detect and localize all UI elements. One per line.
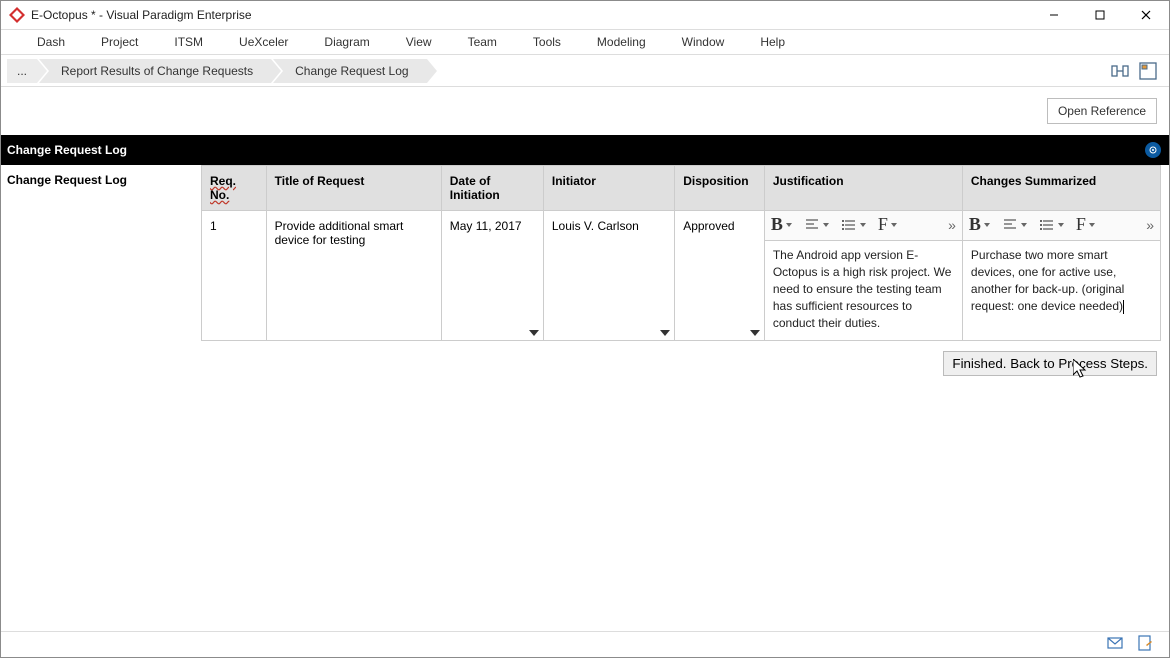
table-row: 1 Provide additional smart device for te… [202,211,1161,341]
titlebar: E-Octopus * - Visual Paradigm Enterprise [1,1,1169,29]
cell-changes[interactable]: B F » Purchas [962,211,1160,341]
cell-reqno[interactable]: 1 [210,219,217,233]
align-left-button[interactable] [800,215,833,235]
text-caret [1123,300,1124,314]
menu-modeling[interactable]: Modeling [579,29,664,55]
breadcrumb-item-1[interactable]: Report Results of Change Requests [39,59,271,83]
col-header-disposition[interactable]: Disposition [675,166,765,211]
dropdown-icon[interactable] [529,330,539,336]
cell-disposition[interactable]: Approved [683,219,734,233]
menu-uexceler[interactable]: UeXceler [221,29,306,55]
maximize-button[interactable] [1077,1,1123,29]
bold-button[interactable]: B [767,212,796,237]
more-icon[interactable]: » [1142,217,1158,233]
cell-title[interactable]: Provide additional smart device for test… [275,219,404,247]
dropdown-icon[interactable] [750,330,760,336]
menu-team[interactable]: Team [450,29,515,55]
bold-button[interactable]: B [965,212,994,237]
cell-initiator[interactable]: Louis V. Carlson [552,219,639,233]
mail-icon[interactable] [1107,635,1123,654]
finished-button[interactable]: Finished. Back to Process Steps. [943,351,1157,376]
list-button[interactable] [1035,215,1068,235]
rtf-toolbar: B F » [963,211,1160,241]
close-button[interactable] [1123,1,1169,29]
menu-itsm[interactable]: ITSM [156,29,221,55]
note-icon[interactable] [1137,635,1153,654]
menu-tools[interactable]: Tools [515,29,579,55]
cell-date[interactable]: May 11, 2017 [450,219,522,233]
changes-text[interactable]: Purchase two more smart devices, one for… [971,247,1152,315]
justification-text[interactable]: The Android app version E-Octopus is a h… [773,247,954,332]
statusbar [1,631,1169,657]
panel-title: Change Request Log [7,143,127,157]
rtf-toolbar: B F » [765,211,962,241]
panel-header: Change Request Log [1,135,1169,165]
open-reference-button[interactable]: Open Reference [1047,98,1157,124]
col-header-title[interactable]: Title of Request [266,166,441,211]
breadcrumb-root[interactable]: ... [7,59,37,83]
diagram-panel-icon[interactable] [1139,62,1157,80]
change-request-table: Req. No. Title of Request Date of Initia… [201,165,1161,341]
form-section-label: Change Request Log [1,165,201,341]
breadcrumb-item-2[interactable]: Change Request Log [273,59,426,83]
window-title: E-Octopus * - Visual Paradigm Enterprise [31,8,252,22]
cell-justification[interactable]: B F » The And [764,211,962,341]
app-icon [9,7,25,23]
col-header-date[interactable]: Date of Initiation [441,166,543,211]
menu-project[interactable]: Project [83,29,156,55]
more-icon[interactable]: » [944,217,960,233]
align-left-button[interactable] [998,215,1031,235]
menu-help[interactable]: Help [742,29,803,55]
dropdown-icon[interactable] [660,330,670,336]
col-header-reqno[interactable]: Req. No. [210,174,236,202]
menu-diagram[interactable]: Diagram [306,29,387,55]
font-button[interactable]: F [874,212,901,237]
list-button[interactable] [837,215,870,235]
col-header-initiator[interactable]: Initiator [543,166,674,211]
menu-view[interactable]: View [388,29,450,55]
menu-window[interactable]: Window [664,29,743,55]
font-button[interactable]: F [1072,212,1099,237]
col-header-changes[interactable]: Changes Summarized [962,166,1160,211]
menubar: Dash Project ITSM UeXceler Diagram View … [1,29,1169,55]
panel-target-icon[interactable] [1145,142,1161,158]
col-header-justification[interactable]: Justification [764,166,962,211]
menu-dash[interactable]: Dash [19,29,83,55]
diagram-overview-icon[interactable] [1111,62,1129,80]
minimize-button[interactable] [1031,1,1077,29]
breadcrumb: ... Report Results of Change Requests Ch… [1,55,1169,87]
